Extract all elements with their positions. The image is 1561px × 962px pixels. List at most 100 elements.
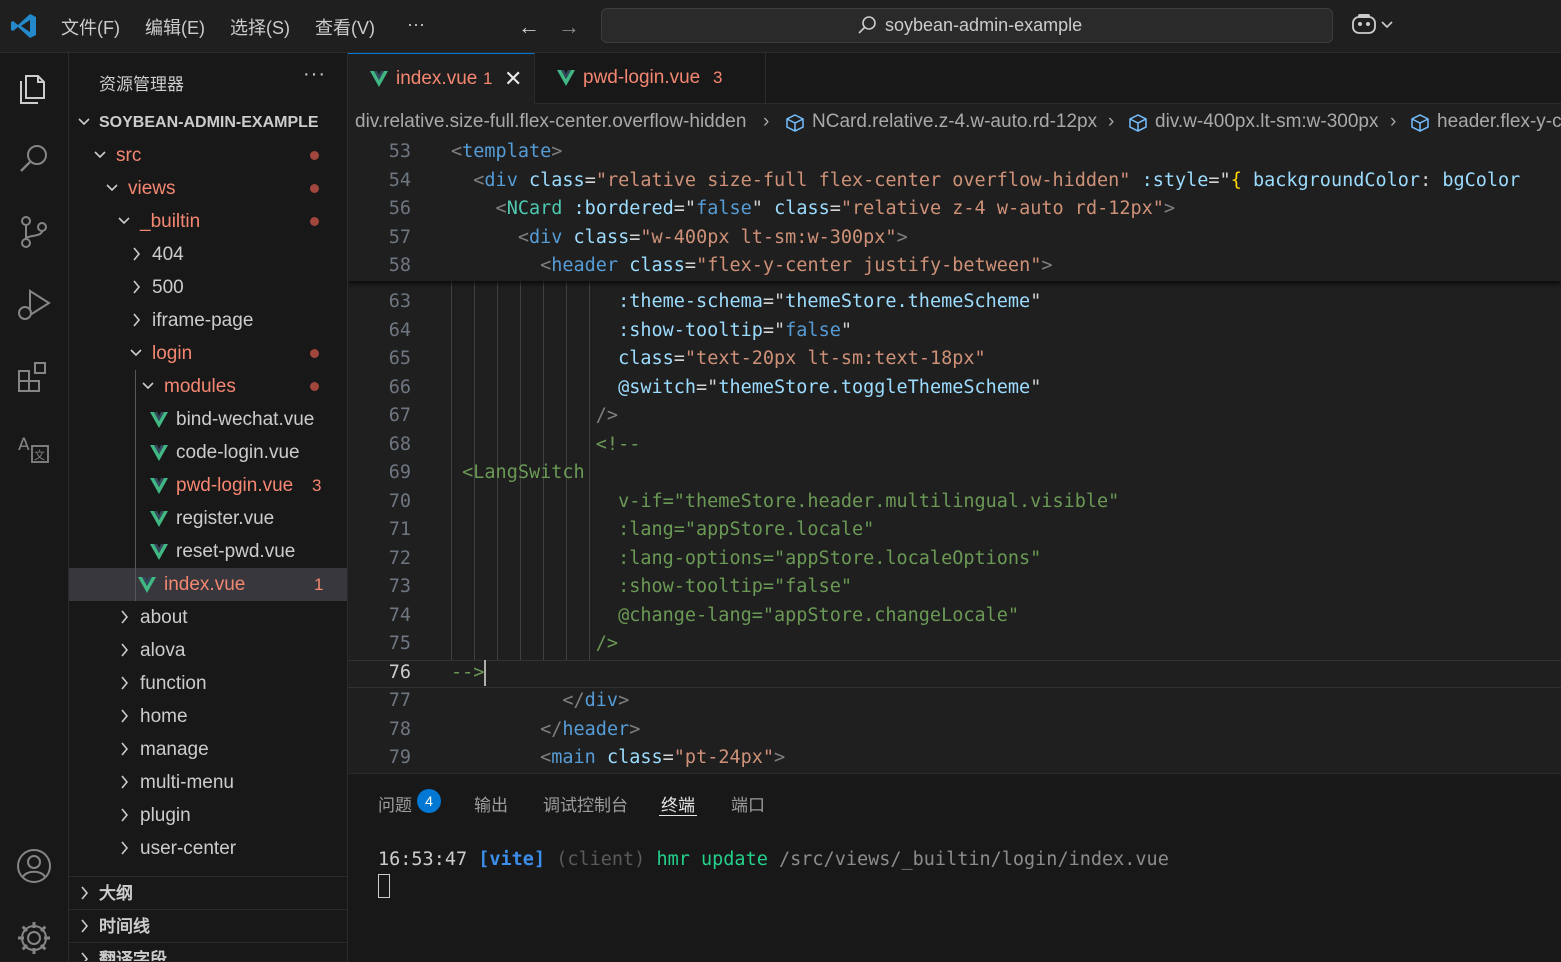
extensions-icon[interactable] [14, 357, 54, 397]
chevron-right-icon[interactable] [116, 799, 132, 832]
tree-folder[interactable]: manage [69, 733, 347, 766]
chevron-right-icon[interactable] [116, 601, 132, 634]
chevron-right-icon[interactable] [76, 910, 92, 943]
code-line[interactable]: 71 :lang="appStore.locale" [348, 516, 1561, 545]
search-icon[interactable] [14, 139, 54, 179]
account-icon[interactable] [14, 846, 54, 886]
run-debug-icon[interactable] [14, 284, 54, 324]
code-line[interactable]: 75 /> [348, 630, 1561, 659]
code-line[interactable]: 78 </header> [348, 716, 1561, 745]
sidebar-section[interactable]: 时间线 [69, 909, 347, 943]
menu-selection[interactable]: 选择(S) [230, 14, 290, 40]
code-line[interactable]: 76 --> [348, 659, 1561, 688]
close-icon[interactable]: ✕ [504, 54, 522, 104]
tree-file[interactable]: code-login.vue [69, 436, 347, 469]
sticky-scroll-header[interactable]: 53 <template> 54 <div class="relative size… [348, 138, 1561, 281]
chevron-right-icon[interactable] [116, 733, 132, 766]
translate-icon[interactable]: A 文 [14, 428, 54, 468]
chevron-right-icon[interactable] [116, 832, 132, 865]
tree-file[interactable]: pwd-login.vue 3 [69, 469, 347, 502]
more-actions-button[interactable]: ··· [303, 63, 326, 86]
code-line[interactable]: 63 :theme-schema="themeStore.themeScheme… [348, 288, 1561, 317]
code-line[interactable]: 65 class="text-20px lt-sm:text-18px" [348, 345, 1561, 374]
code-editor[interactable]: 63 :theme-schema="themeStore.themeScheme… [348, 138, 1561, 773]
code-line[interactable]: 70 v-if="themeStore.header.multilingual.… [348, 488, 1561, 517]
chevron-down-icon[interactable] [92, 139, 108, 172]
chevron-right-icon[interactable] [128, 271, 144, 304]
tree-folder[interactable]: user-center [69, 832, 347, 865]
tree-file[interactable]: index.vue 1 [69, 568, 347, 601]
copilot-icon[interactable] [1350, 12, 1396, 38]
breadcrumb-item[interactable]: div.w-400px.lt-sm:w-300px [1155, 111, 1379, 133]
chevron-right-icon[interactable] [116, 766, 132, 799]
breadcrumb-item[interactable]: NCard.relative.z-4.w-auto.rd-12px [812, 111, 1097, 133]
breadcrumb-item[interactable]: header.flex-y-c [1437, 111, 1561, 133]
tab-problems[interactable]: 问题 [378, 791, 412, 816]
chevron-right-icon[interactable] [116, 700, 132, 733]
tree-folder[interactable]: home [69, 700, 347, 733]
code-line[interactable]: 73 :show-tooltip="false" [348, 573, 1561, 602]
tree-folder[interactable]: src [69, 139, 347, 172]
code-line[interactable]: 57 <div class="w-400px lt-sm:w-300px"> [348, 224, 1561, 253]
explorer-icon[interactable] [14, 68, 54, 108]
command-center-search[interactable]: soybean-admin-example [601, 8, 1333, 43]
menu-more[interactable]: ··· [407, 14, 425, 35]
chevron-right-icon[interactable] [116, 634, 132, 667]
arrow-right-icon[interactable]: → [558, 14, 580, 40]
chevron-down-icon[interactable] [128, 337, 144, 370]
tree-folder[interactable]: 500 [69, 271, 347, 304]
tree-folder[interactable]: alova [69, 634, 347, 667]
menu-view[interactable]: 查看(V) [315, 14, 375, 40]
code-line[interactable]: 67 /> [348, 402, 1561, 431]
code-line[interactable]: 77 </div> [348, 687, 1561, 716]
sidebar-section[interactable]: 大纲 [69, 876, 347, 910]
chevron-down-icon[interactable] [104, 172, 120, 205]
breadcrumb-item[interactable]: div.relative.size-full.flex-center.overf… [355, 111, 746, 133]
tab-debug-console[interactable]: 调试控制台 [543, 791, 628, 816]
tree-file[interactable]: reset-pwd.vue [69, 535, 347, 568]
tree-folder[interactable]: _builtin [69, 205, 347, 238]
arrow-left-icon[interactable]: ← [518, 14, 540, 40]
terminal-cursor[interactable] [378, 874, 390, 898]
tree-folder[interactable]: multi-menu [69, 766, 347, 799]
tab-output[interactable]: 输出 [474, 791, 508, 816]
code-line[interactable]: 69 <LangSwitch [348, 459, 1561, 488]
tab-index-vue[interactable]: index.vue 1 ✕ [348, 53, 535, 104]
chevron-right-icon[interactable] [128, 304, 144, 337]
code-line[interactable]: 74 @change-lang="appStore.changeLocale" [348, 602, 1561, 631]
code-line[interactable]: 58 <header class="flex-y-center justify-… [348, 252, 1561, 281]
code-line[interactable]: 53 <template> [348, 138, 1561, 167]
tree-folder[interactable]: plugin [69, 799, 347, 832]
sidebar-section[interactable]: 翻译字段 [69, 942, 347, 961]
source-control-icon[interactable] [14, 212, 54, 252]
tab-pwd-login-vue[interactable]: pwd-login.vue 3 [535, 53, 766, 103]
code-line[interactable]: 64 :show-tooltip="false" [348, 317, 1561, 346]
tree-folder[interactable]: function [69, 667, 347, 700]
tree-folder[interactable]: views [69, 172, 347, 205]
tree-folder[interactable]: iframe-page [69, 304, 347, 337]
tree-folder[interactable]: login [69, 337, 347, 370]
code-line[interactable]: 66 @switch="themeStore.toggleThemeScheme… [348, 374, 1561, 403]
tree-folder[interactable]: about [69, 601, 347, 634]
chevron-down-icon[interactable] [76, 106, 92, 139]
tree-file[interactable]: register.vue [69, 502, 347, 535]
chevron-down-icon[interactable] [116, 205, 132, 238]
tab-terminal[interactable]: 终端 [661, 791, 695, 816]
code-line[interactable]: 54 <div class="relative size-full flex-c… [348, 167, 1561, 196]
tab-ports[interactable]: 端口 [731, 791, 765, 816]
vscode-logo-icon[interactable] [10, 12, 38, 40]
code-line[interactable]: 68 <!-- [348, 431, 1561, 460]
tree-folder[interactable]: modules [69, 370, 347, 403]
chevron-down-icon[interactable] [140, 370, 156, 403]
tree-file[interactable]: bind-wechat.vue [69, 403, 347, 436]
chevron-right-icon[interactable] [76, 877, 92, 910]
menu-edit[interactable]: 编辑(E) [145, 14, 205, 40]
menu-file[interactable]: 文件(F) [61, 14, 120, 40]
code-line[interactable]: 72 :lang-options="appStore.localeOptions… [348, 545, 1561, 574]
chevron-right-icon[interactable] [76, 943, 92, 961]
chevron-right-icon[interactable] [128, 238, 144, 271]
chevron-right-icon[interactable] [116, 667, 132, 700]
gear-icon[interactable] [14, 918, 54, 958]
tree-root-folder[interactable]: SOYBEAN-ADMIN-EXAMPLE [69, 106, 347, 139]
tree-folder[interactable]: 404 [69, 238, 347, 271]
